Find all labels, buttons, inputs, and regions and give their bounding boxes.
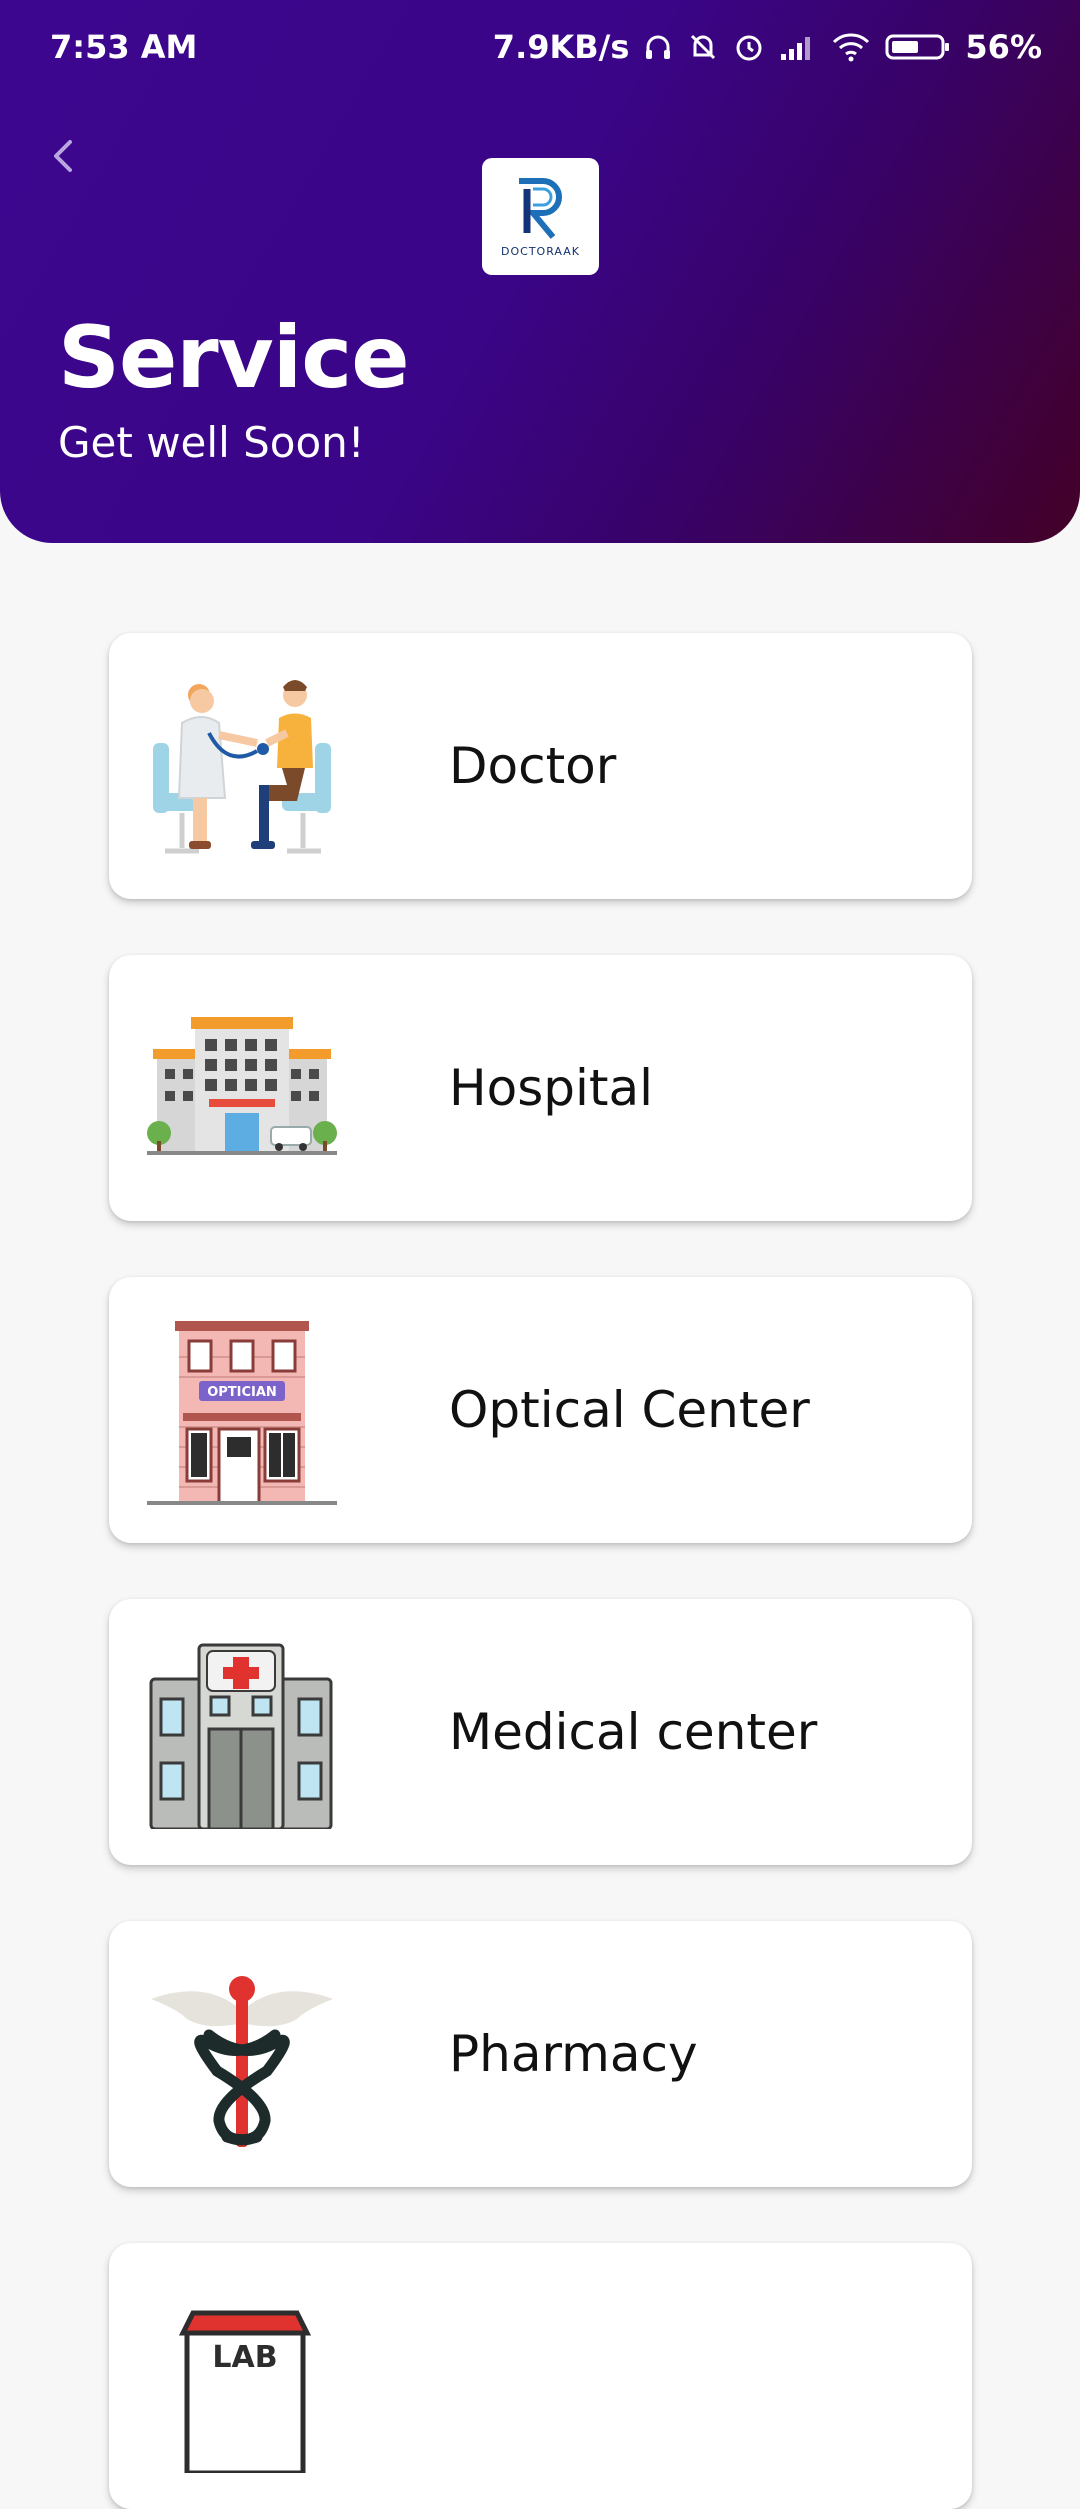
service-label: Optical Center xyxy=(449,1381,810,1439)
status-bar: 7:53 AM 7.9KB/s 56% xyxy=(0,0,1080,96)
caduceus-icon xyxy=(151,1976,333,2147)
network-speed: 7.9KB/s xyxy=(492,28,630,66)
alarm-icon xyxy=(736,35,762,61)
headphones-icon xyxy=(646,35,671,59)
back-chevron-icon[interactable] xyxy=(44,136,84,176)
service-card-lab[interactable]: LAB xyxy=(109,2243,972,2509)
lab-icon: LAB xyxy=(178,2310,312,2473)
battery-percent: 56% xyxy=(965,28,1042,66)
doctoraak-logo-icon xyxy=(518,178,562,239)
service-card-optical-center[interactable]: OPTICIAN Optical Center xyxy=(109,1277,972,1543)
lab-sign-text: LAB xyxy=(212,2340,277,2375)
signal-icon xyxy=(781,37,811,60)
service-card-doctor[interactable]: Doctor xyxy=(109,633,972,899)
doctor-patient-icon xyxy=(153,680,331,854)
battery-icon xyxy=(885,34,950,60)
service-card-medical-center[interactable]: Medical center xyxy=(109,1599,972,1865)
bell-muted-icon xyxy=(691,34,716,60)
service-label: Hospital xyxy=(449,1059,654,1117)
hospital-building-icon xyxy=(147,1017,337,1155)
status-icons: 7.9KB/s 56% xyxy=(493,28,1042,66)
medical-center-icon xyxy=(149,1643,333,1829)
header: 7:53 AM 7.9KB/s 56% DOCTORAAK Service Ge… xyxy=(0,0,1080,543)
page-title: Service xyxy=(58,308,410,408)
optician-sign-text: OPTICIAN xyxy=(207,1385,277,1400)
service-label: Doctor xyxy=(449,737,617,795)
app-logo: DOCTORAAK xyxy=(482,158,599,275)
wifi-icon xyxy=(833,33,870,62)
service-label: Pharmacy xyxy=(449,2025,698,2083)
logo-text: DOCTORAAK xyxy=(501,245,580,258)
status-time: 7:53 AM xyxy=(50,28,198,66)
service-label: Medical center xyxy=(449,1703,818,1761)
optician-building-icon: OPTICIAN xyxy=(147,1321,337,1505)
service-card-pharmacy[interactable]: Pharmacy xyxy=(109,1921,972,2187)
page-subtitle: Get well Soon! xyxy=(58,418,365,467)
service-card-hospital[interactable]: Hospital xyxy=(109,955,972,1221)
